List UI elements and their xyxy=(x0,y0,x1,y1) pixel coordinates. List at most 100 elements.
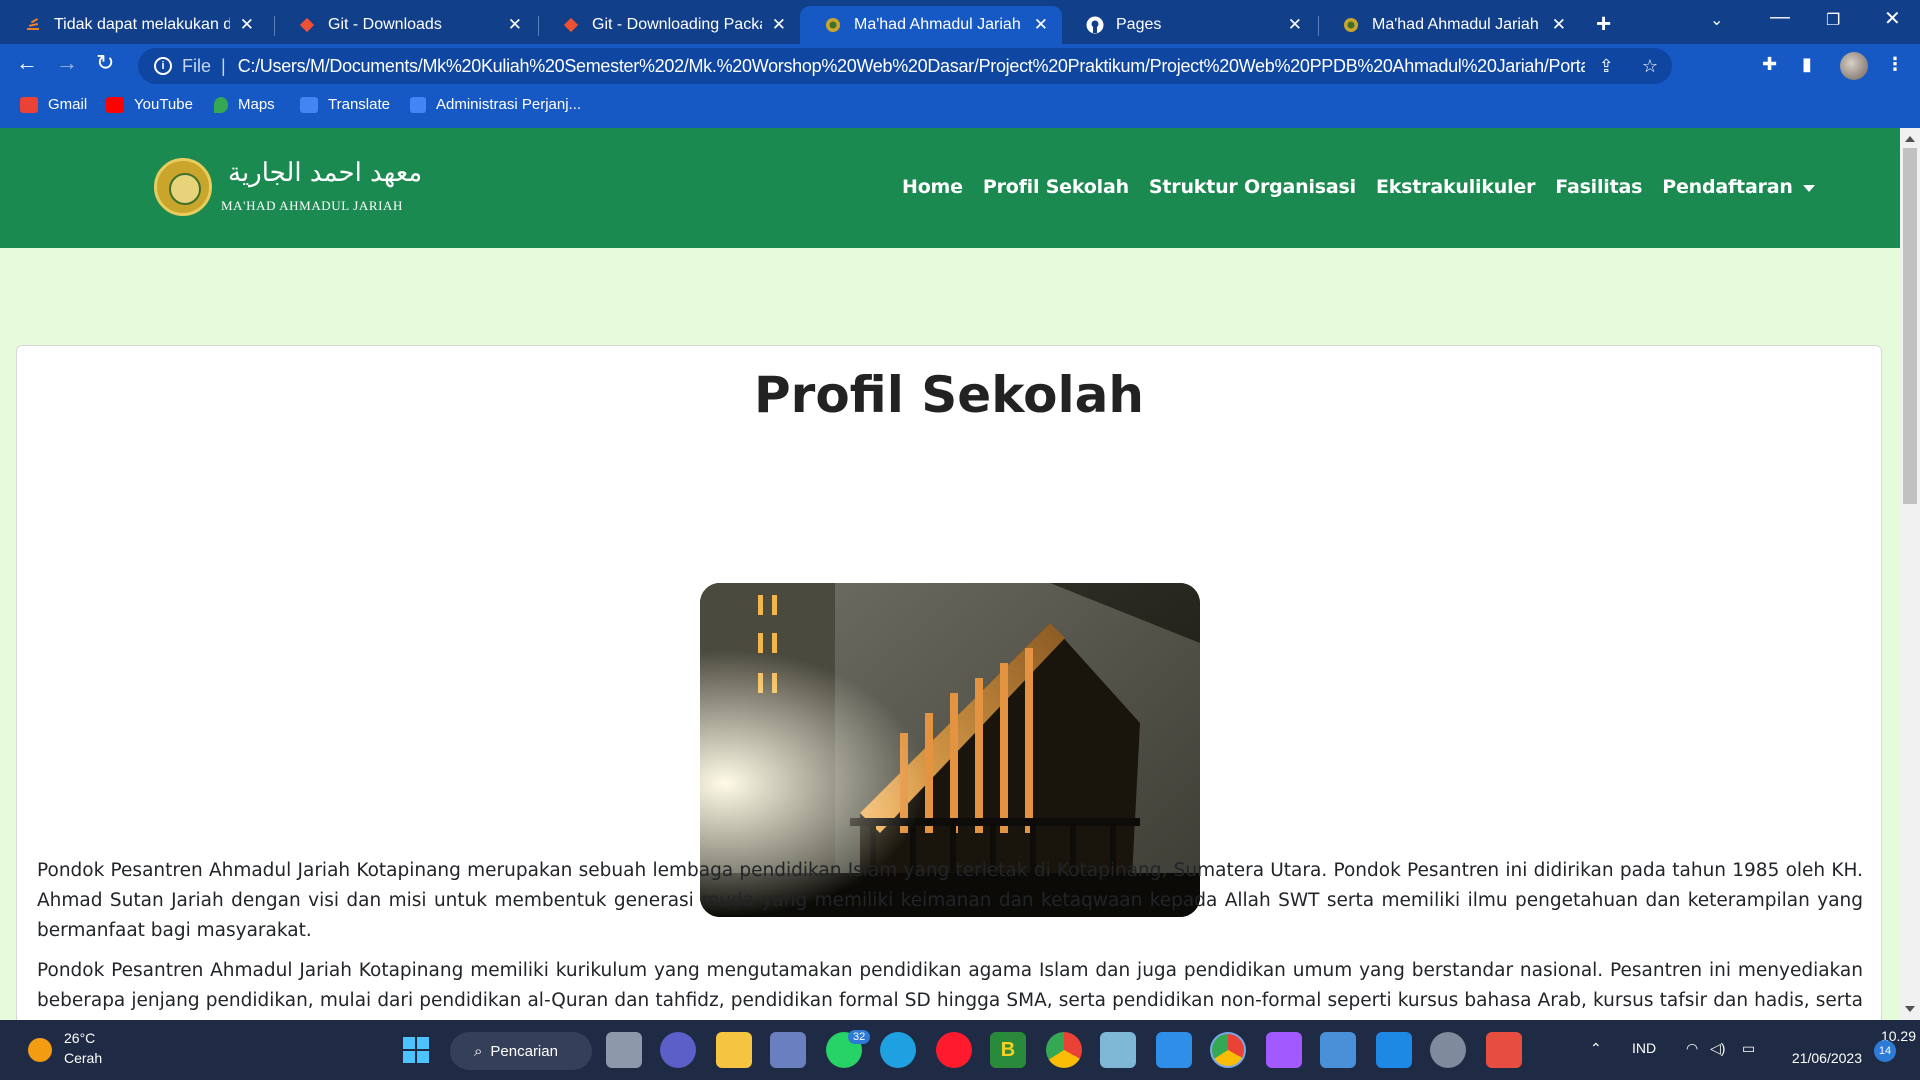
weather-temperature: 26°C xyxy=(64,1030,96,1046)
close-window-button[interactable]: ✕ xyxy=(1884,6,1901,31)
weather-description: Cerah xyxy=(64,1050,103,1066)
tab-title: Git - Downloads xyxy=(328,16,442,33)
clock-time[interactable]: 10.29 xyxy=(1826,1028,1916,1044)
nav-home[interactable]: Home xyxy=(902,176,963,198)
maps-pin-icon xyxy=(214,96,228,113)
teams-chat-icon[interactable] xyxy=(660,1032,696,1068)
bookmark-label: YouTube xyxy=(134,96,193,113)
tab-search-chevron-icon[interactable]: ⌄ xyxy=(1710,10,1723,30)
bookmark-label: Maps xyxy=(238,96,275,113)
main-menu: Home Profil Sekolah Struktur Organisasi … xyxy=(902,176,1815,198)
close-icon[interactable]: ✕ xyxy=(1288,15,1302,35)
close-icon[interactable]: ✕ xyxy=(240,15,254,35)
tab-git-downloads[interactable]: Git - Downloads ✕ xyxy=(274,6,536,44)
vscode-icon[interactable] xyxy=(1376,1032,1412,1068)
settings-gear-icon[interactable] xyxy=(1430,1032,1466,1068)
side-panel-icon[interactable]: ▮ xyxy=(1802,54,1812,75)
new-tab-button[interactable]: + xyxy=(1596,8,1611,39)
taskbar-search[interactable]: ⌕ Pencarian xyxy=(450,1032,592,1070)
bookmarks-bar: Gmail YouTube Maps Translate Administras… xyxy=(0,88,1920,128)
minimize-button[interactable]: — xyxy=(1770,6,1790,29)
bookmark-administrasi[interactable]: Administrasi Perjanj... xyxy=(410,96,581,113)
photos-app-icon[interactable] xyxy=(1100,1032,1136,1068)
bookmark-maps[interactable]: Maps xyxy=(214,96,275,113)
sun-weather-icon[interactable] xyxy=(28,1038,52,1062)
bookmark-gmail[interactable]: Gmail xyxy=(20,96,87,113)
tab-mahad-second[interactable]: Ma'had Ahmadul Jariah - Portal ✕ xyxy=(1318,6,1580,44)
close-icon[interactable]: ✕ xyxy=(1034,15,1048,35)
bookmark-star-icon[interactable]: ☆ xyxy=(1642,56,1658,77)
clock-date[interactable]: 21/06/2023 xyxy=(1780,1050,1862,1066)
scroll-down-arrow-icon[interactable] xyxy=(1905,1006,1915,1012)
tab-git-error[interactable]: Tidak dapat melakukan di Git ✕ xyxy=(0,6,268,44)
logo-arabic-text: معهد احمد الجارية xyxy=(228,158,423,188)
edge-icon[interactable] xyxy=(880,1032,916,1068)
url-scheme: File xyxy=(182,55,212,76)
notepad-icon[interactable] xyxy=(1156,1032,1192,1068)
search-label: Pencarian xyxy=(490,1042,558,1060)
nav-ekstrakulikuler[interactable]: Ekstrakulikuler xyxy=(1376,176,1536,198)
address-bar[interactable]: i File | C:/Users/M/Documents/Mk%20Kulia… xyxy=(138,48,1672,84)
back-arrow-icon[interactable]: ← xyxy=(16,50,38,76)
language-indicator[interactable]: IND xyxy=(1632,1040,1656,1056)
nav-profil-sekolah[interactable]: Profil Sekolah xyxy=(983,176,1129,198)
notification-badge[interactable]: 14 xyxy=(1874,1040,1896,1062)
figma-icon[interactable] xyxy=(1266,1032,1302,1068)
git-gui-icon[interactable] xyxy=(1486,1032,1522,1068)
whatsapp-badge: 32 xyxy=(848,1030,871,1044)
tray-chevron-up-icon[interactable]: ⌃ xyxy=(1590,1040,1602,1057)
site-info-icon[interactable]: i xyxy=(154,57,172,75)
microsoft-store-icon[interactable] xyxy=(770,1032,806,1068)
profile-paragraph-2: Pondok Pesantren Ahmadul Jariah Kotapina… xyxy=(37,960,1863,1011)
share-icon[interactable]: ⇪ xyxy=(1599,56,1614,77)
close-icon[interactable]: ✕ xyxy=(772,15,786,35)
tab-github-pages[interactable]: Pages ✕ xyxy=(1062,6,1316,44)
chrome-icon[interactable] xyxy=(1046,1032,1082,1068)
task-view-icon[interactable] xyxy=(606,1032,642,1068)
bookmark-translate[interactable]: Translate xyxy=(300,96,390,113)
menu-dots-icon[interactable]: ⋮ xyxy=(1886,54,1904,75)
scroll-up-arrow-icon[interactable] xyxy=(1905,136,1915,142)
nav-fasilitas[interactable]: Fasilitas xyxy=(1555,176,1642,198)
bookmark-label: Translate xyxy=(328,96,390,113)
control-panel-icon[interactable] xyxy=(1320,1032,1356,1068)
url-text[interactable]: C:/Users/M/Documents/Mk%20Kuliah%20Semes… xyxy=(238,56,1585,77)
tab-mahad-active[interactable]: Ma'had Ahmadul Jariah - Portal ✕ xyxy=(800,6,1062,44)
nav-pendaftaran[interactable]: Pendaftaran xyxy=(1662,176,1793,198)
youtube-icon xyxy=(106,96,124,113)
profile-card: Profil Sekolah Pondok Pesantren Ahmadul … xyxy=(16,345,1882,1020)
git-icon xyxy=(562,16,580,34)
nav-pendaftaran-dropdown[interactable]: Pendaftaran xyxy=(1662,176,1815,198)
restore-button[interactable]: ❐ xyxy=(1826,10,1840,30)
tab-git-package[interactable]: Git - Downloading Package ✕ xyxy=(538,6,800,44)
extensions-puzzle-icon[interactable]: ✚ xyxy=(1762,54,1777,75)
forward-arrow-icon[interactable]: → xyxy=(56,50,78,76)
page-scrollbar[interactable] xyxy=(1900,128,1920,1020)
close-icon[interactable]: ✕ xyxy=(508,15,522,35)
nav-struktur-organisasi[interactable]: Struktur Organisasi xyxy=(1149,176,1356,198)
start-windows-icon[interactable] xyxy=(398,1032,434,1068)
browser-toolbar: ← → ↻ i File | C:/Users/M/Documents/Mk%2… xyxy=(0,44,1920,88)
translate-icon xyxy=(300,96,318,113)
url-separator: | xyxy=(221,55,226,76)
mahad-logo-icon xyxy=(824,16,842,34)
github-icon xyxy=(1086,16,1104,34)
volume-icon[interactable]: ◁) xyxy=(1710,1040,1725,1057)
school-seal-logo[interactable] xyxy=(154,158,212,216)
bookmark-youtube[interactable]: YouTube xyxy=(106,96,193,113)
wifi-icon[interactable]: ◠ xyxy=(1686,1040,1698,1057)
git-icon xyxy=(298,16,316,34)
close-icon[interactable]: ✕ xyxy=(1552,15,1566,35)
reload-icon[interactable]: ↻ xyxy=(96,50,114,76)
battery-icon[interactable]: ▭ xyxy=(1742,1040,1755,1057)
tab-title: Ma'had Ahmadul Jariah - Portal xyxy=(1372,16,1542,33)
opera-icon[interactable] xyxy=(936,1032,972,1068)
profile-avatar[interactable] xyxy=(1840,52,1868,80)
page-viewport: معهد احمد الجارية MA'HAD AHMADUL JARIAH … xyxy=(0,128,1900,1020)
chrome-active-icon[interactable] xyxy=(1210,1032,1246,1068)
bibit-app-icon[interactable]: B xyxy=(990,1032,1026,1068)
file-explorer-icon[interactable] xyxy=(716,1032,752,1068)
gmail-icon xyxy=(20,96,38,113)
mahad-logo-icon xyxy=(1342,16,1360,34)
scroll-thumb[interactable] xyxy=(1903,148,1917,504)
